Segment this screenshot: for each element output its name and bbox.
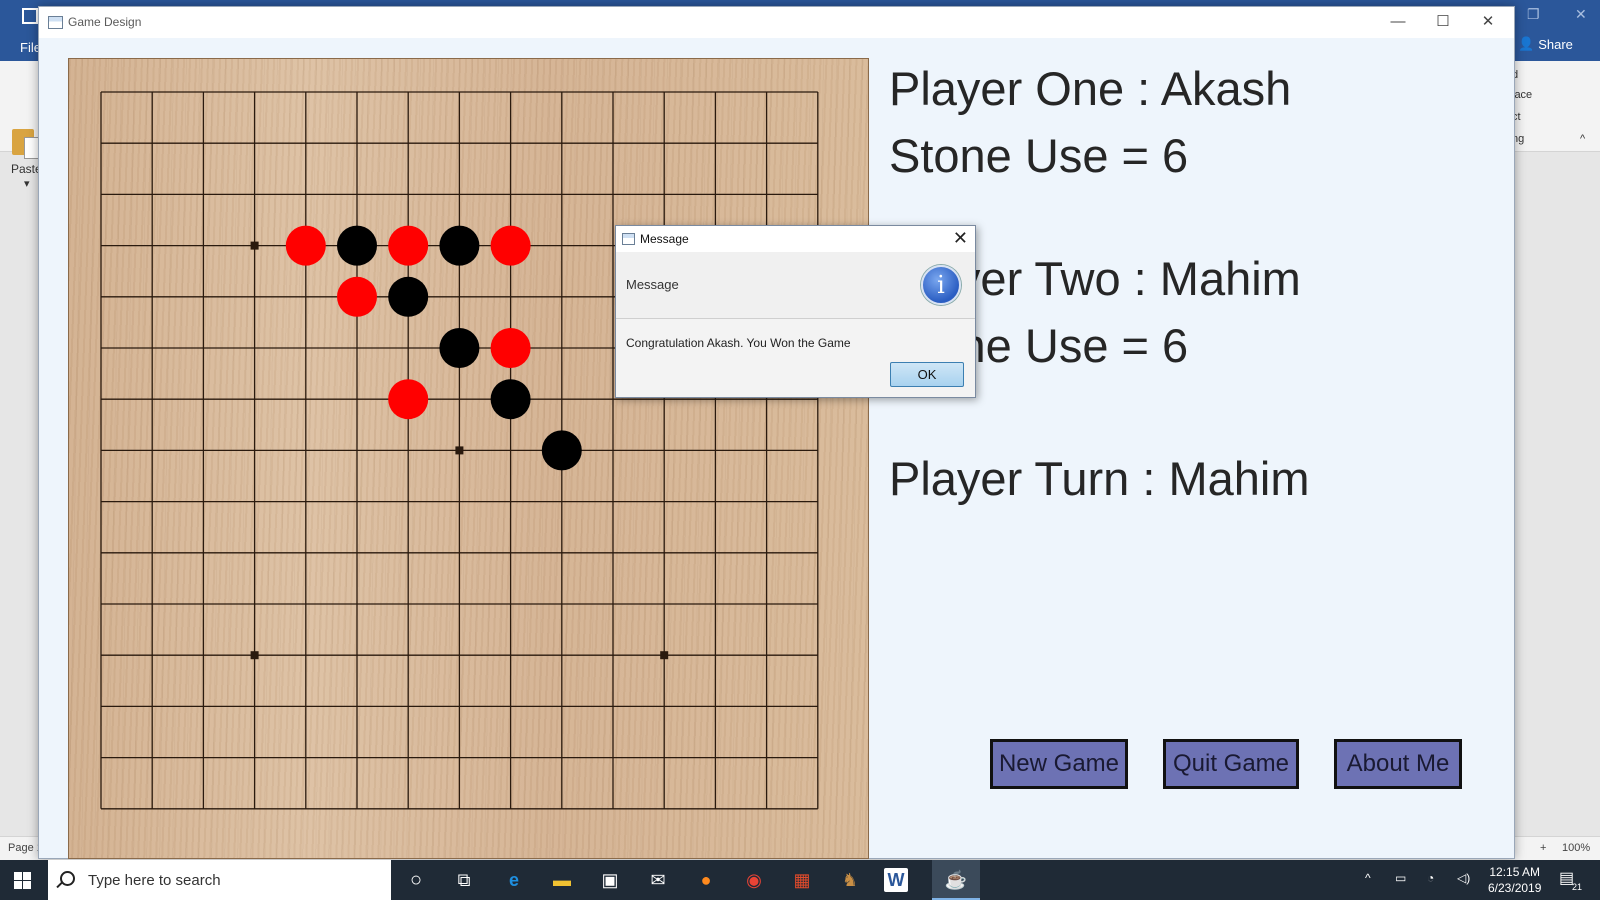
black-stone — [541, 430, 582, 471]
player-turn-label: Player Turn : Mahim — [889, 452, 1310, 505]
stone-use-one-label: Stone Use = 6 — [889, 129, 1189, 182]
info-icon: i — [921, 265, 961, 305]
black-stone — [490, 379, 531, 420]
window-title-bar: Game Design — ☐ ✕ — [39, 7, 1514, 38]
dialog-title-bar: Message ✕ — [616, 226, 975, 252]
clock[interactable]: 12:15 AM 6/23/2019 — [1488, 864, 1541, 896]
new-game-button[interactable]: New Game — [990, 739, 1128, 789]
minimize-button[interactable]: — — [1376, 11, 1420, 33]
close-button[interactable]: ✕ — [1466, 11, 1510, 33]
taskbar: Type here to search ○ ⧉ e ▬ ▣ ✉ ● ◉ ▦ ♞ … — [0, 860, 1600, 900]
show-hidden-icons[interactable]: ^ — [1365, 871, 1371, 885]
search-placeholder[interactable]: Type here to search — [88, 872, 221, 889]
ribbon-replace[interactable]: lace — [1512, 89, 1532, 101]
red-stone — [490, 328, 531, 368]
dialog-message: Congratulation Akash. You Won the Game — [626, 336, 851, 350]
dialog-app-icon — [622, 233, 635, 245]
clock-time: 12:15 AM — [1489, 865, 1541, 879]
firefox-icon[interactable]: ● — [692, 866, 720, 894]
chrome-icon[interactable]: ◉ — [740, 866, 768, 894]
volume-icon[interactable]: ◁) — [1457, 871, 1470, 885]
black-stone — [439, 225, 480, 266]
wifi-icon[interactable]: ◔ — [1427, 871, 1434, 885]
dialog-title: Message — [640, 232, 689, 246]
star-point — [250, 651, 259, 660]
mail-icon[interactable]: ✉ — [644, 866, 672, 894]
collapse-ribbon-icon[interactable]: ^ — [1580, 133, 1585, 145]
share-label: Share — [1538, 36, 1573, 52]
zoom-level[interactable]: 100% — [1562, 842, 1590, 854]
star-point — [250, 241, 259, 250]
player-one-label: Player One : Akash — [889, 62, 1292, 115]
red-stone — [337, 276, 377, 317]
zoom-in-icon[interactable]: + — [1540, 842, 1546, 854]
red-stone — [285, 225, 326, 266]
app-icon — [48, 16, 63, 29]
board-grid[interactable] — [69, 59, 868, 858]
star-point — [455, 446, 464, 455]
black-stone — [388, 276, 429, 317]
person-icon: 👤 — [1518, 36, 1535, 51]
clock-date: 6/23/2019 — [1488, 881, 1542, 895]
red-stone — [388, 225, 429, 266]
file-explorer-icon[interactable]: ▬ — [548, 866, 576, 894]
edge-icon[interactable]: e — [500, 866, 528, 894]
save-icon[interactable] — [22, 8, 38, 24]
dialog-close-icon[interactable]: ✕ — [953, 228, 968, 249]
word-icon[interactable]: W — [884, 868, 908, 892]
java-icon[interactable]: ☕ — [942, 866, 970, 894]
quit-game-button[interactable]: Quit Game — [1163, 739, 1299, 789]
ok-button[interactable]: OK — [890, 362, 964, 387]
star-point — [660, 651, 669, 660]
black-stone — [337, 225, 377, 266]
message-dialog: Message ✕ Message i Congratulation Akash… — [615, 225, 976, 398]
windows-start-icon[interactable] — [14, 872, 31, 889]
share-button[interactable]: 👤 Share — [1518, 36, 1573, 52]
red-stone — [388, 379, 429, 420]
task-view-icon[interactable]: ⧉ — [450, 866, 478, 894]
game-app-icon[interactable]: ♞ — [836, 866, 864, 894]
restore-icon[interactable]: ❐ — [1527, 6, 1540, 23]
red-stone — [490, 225, 531, 266]
cortana-icon[interactable]: ○ — [402, 866, 430, 894]
game-window: Game Design — ☐ ✕ Player One : Akash Sto… — [38, 6, 1515, 859]
battery-icon[interactable]: ▭ — [1395, 871, 1406, 885]
game-board[interactable] — [68, 58, 869, 859]
about-me-button[interactable]: About Me — [1334, 739, 1462, 789]
maximize-button[interactable]: ☐ — [1421, 11, 1465, 33]
notification-count: 21 — [1572, 882, 1583, 892]
word-close-icon[interactable]: ✕ — [1575, 6, 1587, 23]
office-app-icon[interactable]: ▦ — [788, 866, 816, 894]
dialog-header-text: Message — [626, 277, 679, 292]
black-stone — [439, 328, 480, 368]
search-icon — [60, 871, 75, 886]
taskbar-search[interactable]: Type here to search — [48, 860, 391, 900]
store-icon[interactable]: ▣ — [596, 866, 624, 894]
paste-dropdown-icon[interactable]: ▾ — [24, 177, 30, 190]
window-title: Game Design — [68, 15, 142, 29]
